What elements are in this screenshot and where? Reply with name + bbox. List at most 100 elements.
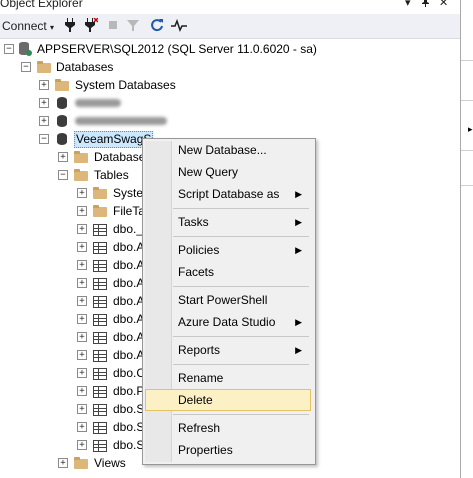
menu-item-refresh[interactable]: Refresh bbox=[146, 418, 310, 438]
tree-item-label: dbo._ bbox=[113, 222, 144, 236]
pin-icon[interactable] bbox=[421, 0, 430, 11]
database-icon bbox=[55, 114, 70, 127]
menu-separator bbox=[173, 236, 309, 237]
table-icon bbox=[93, 332, 107, 344]
menu-item-rename[interactable]: Rename bbox=[146, 368, 310, 388]
menu-item-tasks[interactable]: Tasks ▶ bbox=[146, 212, 310, 232]
table-icon bbox=[93, 404, 107, 416]
submenu-arrow-icon: ▶ bbox=[295, 217, 302, 227]
expand-icon[interactable]: + bbox=[39, 80, 49, 90]
menu-item-label: Rename bbox=[178, 371, 224, 385]
expand-icon[interactable]: + bbox=[77, 350, 87, 360]
menu-item-label: Azure Data Studio bbox=[178, 315, 276, 329]
expand-icon[interactable]: + bbox=[77, 260, 87, 270]
views-label: Views bbox=[94, 456, 126, 470]
menu-item-label: Tasks bbox=[178, 215, 209, 229]
tree-node-database-redacted[interactable]: + bbox=[0, 94, 200, 112]
server-icon bbox=[17, 42, 32, 56]
tree-node-databases[interactable]: − Databases bbox=[0, 58, 200, 76]
menu-separator bbox=[173, 208, 309, 209]
collapse-icon[interactable]: − bbox=[4, 44, 14, 54]
expand-icon[interactable]: + bbox=[77, 278, 87, 288]
connect-button[interactable]: Connect ▾ bbox=[2, 18, 54, 34]
expand-icon[interactable]: + bbox=[77, 314, 87, 324]
server-label: APPSERVER\SQL2012 (SQL Server 11.0.6020 … bbox=[37, 42, 317, 56]
tree-item-label: dbo.C bbox=[113, 366, 146, 380]
expand-icon[interactable]: + bbox=[39, 116, 49, 126]
menu-item-reports[interactable]: Reports ▶ bbox=[146, 340, 310, 360]
databases-label: Databases bbox=[56, 60, 114, 74]
expand-icon[interactable]: + bbox=[77, 242, 87, 252]
database-icon bbox=[55, 96, 70, 109]
submenu-arrow-icon: ▶ bbox=[295, 317, 302, 327]
submenu-arrow-icon: ▶ bbox=[295, 189, 302, 199]
stop-icon[interactable] bbox=[108, 18, 118, 34]
folder-icon bbox=[37, 60, 52, 73]
menu-item-label: Policies bbox=[178, 243, 220, 257]
expand-icon[interactable]: + bbox=[77, 206, 87, 216]
table-icon bbox=[93, 350, 107, 362]
table-icon bbox=[93, 368, 107, 380]
tree-item-label: dbo.A bbox=[113, 258, 145, 272]
tables-label: Tables bbox=[94, 168, 129, 182]
collapse-icon[interactable]: − bbox=[58, 170, 68, 180]
table-icon bbox=[93, 296, 107, 308]
expand-icon[interactable]: + bbox=[39, 98, 49, 108]
tree-node-database-redacted[interactable]: + bbox=[0, 112, 200, 130]
disconnect-icon[interactable] bbox=[84, 17, 99, 34]
tree-item-label: dbo.P bbox=[113, 384, 145, 398]
table-icon bbox=[93, 242, 107, 254]
menu-item-properties[interactable]: Properties bbox=[146, 440, 310, 460]
right-side-panel: ▸ bbox=[460, 0, 473, 478]
menu-item-facets[interactable]: Facets bbox=[146, 262, 310, 282]
close-icon[interactable]: ✕ bbox=[439, 0, 448, 10]
menu-item-delete[interactable]: Delete bbox=[145, 389, 311, 411]
folder-icon bbox=[93, 186, 108, 199]
expand-icon[interactable]: + bbox=[58, 458, 68, 468]
expand-arrow-icon[interactable]: ▸ bbox=[468, 124, 473, 135]
expand-icon[interactable]: + bbox=[77, 188, 87, 198]
menu-item-label: Properties bbox=[178, 443, 233, 457]
tree-item-label: dbo.S bbox=[113, 402, 145, 416]
expand-icon[interactable]: + bbox=[77, 440, 87, 450]
expand-icon[interactable]: + bbox=[77, 404, 87, 414]
expand-icon[interactable]: + bbox=[77, 332, 87, 342]
menu-item-script-database-as[interactable]: Script Database as ▶ bbox=[146, 184, 310, 204]
activity-monitor-icon[interactable] bbox=[171, 18, 187, 34]
tree-node-system-databases[interactable]: + System Databases bbox=[0, 76, 200, 94]
expand-icon[interactable]: + bbox=[77, 386, 87, 396]
dropdown-icon[interactable]: ▾ bbox=[405, 0, 411, 10]
refresh-icon[interactable] bbox=[150, 18, 164, 34]
table-icon bbox=[93, 440, 107, 452]
redacted-label bbox=[75, 117, 167, 125]
expand-icon[interactable]: + bbox=[77, 296, 87, 306]
tree-node-server[interactable]: − APPSERVER\SQL2012 (SQL Server 11.0.602… bbox=[0, 40, 320, 58]
menu-item-start-powershell[interactable]: Start PowerShell bbox=[146, 290, 310, 310]
filter-icon[interactable] bbox=[127, 18, 139, 34]
connect-label: Connect bbox=[2, 19, 47, 33]
expand-icon[interactable]: + bbox=[77, 422, 87, 432]
collapse-icon[interactable]: − bbox=[21, 62, 31, 72]
menu-item-azure-data-studio[interactable]: Azure Data Studio ▶ bbox=[146, 312, 310, 332]
chevron-down-icon: ▾ bbox=[50, 23, 55, 32]
database-context-menu: New Database... New Query Script Databas… bbox=[142, 138, 316, 465]
table-icon bbox=[93, 386, 107, 398]
system-databases-label: System Databases bbox=[75, 78, 176, 92]
table-icon bbox=[93, 314, 107, 326]
submenu-arrow-icon: ▶ bbox=[295, 345, 302, 355]
menu-item-new-database[interactable]: New Database... bbox=[146, 140, 310, 160]
tree-item-label: dbo.A bbox=[113, 348, 145, 362]
menu-item-policies[interactable]: Policies ▶ bbox=[146, 240, 310, 260]
folder-icon bbox=[93, 204, 108, 217]
table-icon bbox=[93, 422, 107, 434]
expand-icon[interactable]: + bbox=[77, 224, 87, 234]
folder-icon bbox=[74, 168, 89, 181]
menu-item-label: Reports bbox=[178, 343, 221, 357]
menu-item-new-query[interactable]: New Query bbox=[146, 162, 310, 182]
expand-icon[interactable]: + bbox=[58, 152, 68, 162]
expand-icon[interactable]: + bbox=[77, 368, 87, 378]
menu-separator bbox=[173, 336, 309, 337]
tree-item-label: dbo.S bbox=[113, 438, 145, 452]
connect-icon[interactable] bbox=[64, 18, 76, 34]
collapse-icon[interactable]: − bbox=[39, 134, 49, 144]
